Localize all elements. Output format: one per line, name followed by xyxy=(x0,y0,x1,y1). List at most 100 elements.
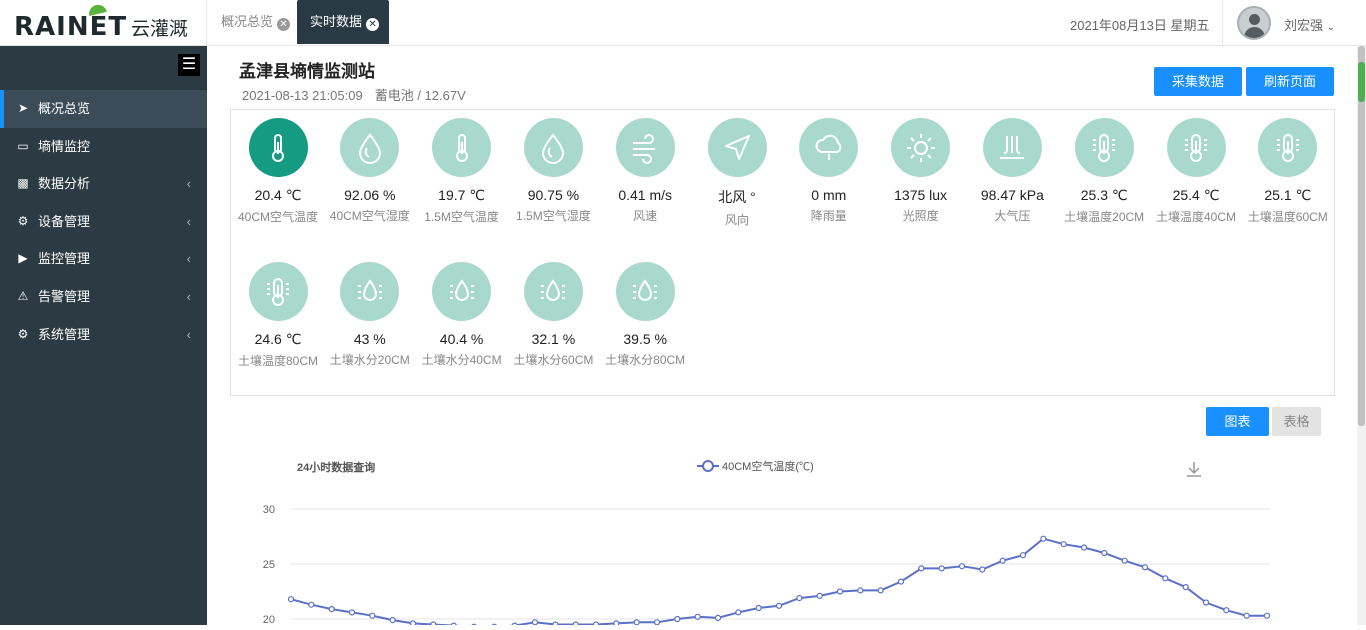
sensor-label: 土壤温度20CM xyxy=(1064,210,1145,224)
data-point[interactable] xyxy=(369,612,376,619)
sensor-tile: 98.47 kPa 大气压 xyxy=(966,118,1058,224)
sensor-label: 风速 xyxy=(633,209,658,223)
tab-overview[interactable]: 概况总览 ✕ xyxy=(208,0,300,46)
legend-label[interactable]: 40CM空气温度(℃) xyxy=(722,459,814,473)
data-point[interactable] xyxy=(1101,549,1108,557)
data-point[interactable] xyxy=(1121,557,1128,564)
sidebar-item-video-management[interactable]: ▶ 监控管理 ‹ xyxy=(0,240,207,278)
data-point[interactable] xyxy=(1202,599,1210,606)
data-point[interactable] xyxy=(816,592,823,599)
refresh-page-button[interactable]: 刷新页面 xyxy=(1246,67,1334,96)
sensor-tile: 北风 ° 风向 xyxy=(691,118,783,228)
data-point[interactable] xyxy=(1263,612,1271,619)
data-point[interactable] xyxy=(897,578,905,585)
data-point[interactable] xyxy=(999,557,1006,564)
data-point[interactable] xyxy=(714,614,722,621)
avatar[interactable] xyxy=(1237,6,1271,40)
sensor-value: 32.1 % xyxy=(531,331,576,347)
sensor-value: 19.7 ℃ xyxy=(438,187,486,203)
sidebar-item-data-analysis[interactable]: ▩ 数据分析 ‹ xyxy=(0,165,207,203)
data-point[interactable] xyxy=(938,565,945,572)
sensor-value: 0 mm xyxy=(811,187,847,203)
tab-label: 概况总览 xyxy=(221,14,274,29)
data-point[interactable] xyxy=(796,595,803,602)
chevron-left-icon: ‹ xyxy=(186,326,191,342)
sensor-label: 光照度 xyxy=(902,209,939,223)
sensor-value: 北风 ° xyxy=(718,189,756,205)
data-point[interactable] xyxy=(1223,607,1230,614)
download-icon[interactable] xyxy=(1187,462,1201,477)
data-point[interactable] xyxy=(918,565,925,572)
collect-data-button[interactable]: 采集数据 xyxy=(1154,67,1242,96)
sidebar-item-overview[interactable]: ➤ 概况总览 xyxy=(0,90,207,128)
sidebar-item-system-management[interactable]: ⚙ 系统管理 ‹ xyxy=(0,316,207,354)
data-point[interactable] xyxy=(836,588,844,595)
chart-title: 24小时数据查询 xyxy=(297,460,375,474)
data-point[interactable] xyxy=(1019,552,1027,559)
data-point[interactable] xyxy=(755,604,762,612)
tab-realtime-data[interactable]: 实时数据 ✕ xyxy=(297,0,390,44)
line-chart: 24小时数据查询 40CM空气温度(℃) 30 25 20 xyxy=(263,459,1271,630)
sensor-tile: 0 mm 降雨量 xyxy=(783,118,875,224)
sidebar-item-label: 告警管理 xyxy=(38,288,91,304)
sensor-tile: 24.6 ℃ 土壤温度80CM xyxy=(232,262,324,369)
data-point[interactable] xyxy=(1182,584,1189,591)
data-point[interactable] xyxy=(613,620,620,627)
data-point[interactable] xyxy=(775,602,783,609)
username: 刘宏强 xyxy=(1284,18,1324,33)
sensor-label: 土壤水分20CM xyxy=(329,353,410,367)
data-point[interactable] xyxy=(653,619,661,626)
data-point[interactable] xyxy=(694,613,701,620)
avatar-body xyxy=(1244,27,1265,38)
sidebar-item-moisture-monitor[interactable]: ▭ 墒情监控 xyxy=(0,128,207,166)
data-point[interactable] xyxy=(1162,575,1169,582)
gears-icon: ⚙ xyxy=(17,326,29,341)
sensor-tile: 39.5 % 土壤水分80CM xyxy=(599,262,691,368)
data-point[interactable] xyxy=(409,620,417,627)
data-point[interactable] xyxy=(857,587,864,594)
data-point[interactable] xyxy=(1141,564,1149,571)
sidebar-item-label: 系统管理 xyxy=(38,326,91,342)
data-point[interactable] xyxy=(1080,544,1088,551)
data-point[interactable] xyxy=(1243,612,1250,619)
data-point[interactable] xyxy=(674,615,681,623)
data-point[interactable] xyxy=(308,601,315,608)
legend-marker[interactable] xyxy=(702,460,714,472)
menu-toggle-icon[interactable]: ☰ xyxy=(178,54,200,76)
wind-icon xyxy=(615,118,675,177)
sidebar-item-device-management[interactable]: ⚙ 设备管理 ‹ xyxy=(0,203,207,241)
table-view-button[interactable]: 表格 xyxy=(1272,407,1321,436)
sensor-tile: 20.4 ℃ 40CM空气温度 xyxy=(232,118,324,225)
sidebar: ☰ ➤ 概况总览 ▭ 墒情监控 ▩ 数据分析 ‹ ⚙ 设备管理 ‹ ▶ 监控管理… xyxy=(0,46,207,625)
data-point[interactable] xyxy=(735,609,742,616)
sensor-panel: 20.4 ℃ 40CM空气温度 92.06 % 40CM空气湿度 19.7 ℃ 1.5M空… xyxy=(230,109,1335,396)
user-menu[interactable]: 刘宏强 ⌄ xyxy=(1284,15,1335,34)
sidebar-nav: ➤ 概况总览 ▭ 墒情监控 ▩ 数据分析 ‹ ⚙ 设备管理 ‹ ▶ 监控管理 ‹… xyxy=(0,90,207,353)
sidebar-item-alarm-management[interactable]: ⚠ 告警管理 ‹ xyxy=(0,278,207,316)
data-point[interactable] xyxy=(633,619,640,626)
close-icon[interactable]: ✕ xyxy=(366,18,380,31)
sensor-value: 25.1 ℃ xyxy=(1264,187,1312,203)
sidebar-item-label: 监控管理 xyxy=(38,251,91,267)
chart-view-button[interactable]: 图表 xyxy=(1206,407,1269,436)
data-point[interactable] xyxy=(348,609,356,616)
logo[interactable]: RAINET 云灌溉 xyxy=(0,0,207,46)
data-point[interactable] xyxy=(287,596,295,603)
soil-moisture-icon xyxy=(340,262,400,321)
data-point[interactable] xyxy=(877,587,884,594)
data-point[interactable] xyxy=(1060,541,1067,548)
data-point[interactable] xyxy=(979,566,986,573)
data-point[interactable] xyxy=(958,563,966,570)
current-date: 2021年08月13日 星期五 xyxy=(1070,18,1210,33)
close-icon[interactable]: ✕ xyxy=(277,18,291,31)
chevron-left-icon: ‹ xyxy=(186,251,191,267)
soil-moisture-icon xyxy=(615,262,675,321)
data-point[interactable] xyxy=(1040,535,1047,542)
data-point[interactable] xyxy=(389,617,396,624)
sensor-tile: 1375 lux 光照度 xyxy=(875,118,967,224)
chevron-left-icon: ‹ xyxy=(186,288,191,304)
data-point[interactable] xyxy=(531,619,539,626)
data-point[interactable] xyxy=(328,606,335,613)
soil-moisture-icon xyxy=(523,262,583,321)
scrollbar-thumb[interactable] xyxy=(1358,46,1365,426)
